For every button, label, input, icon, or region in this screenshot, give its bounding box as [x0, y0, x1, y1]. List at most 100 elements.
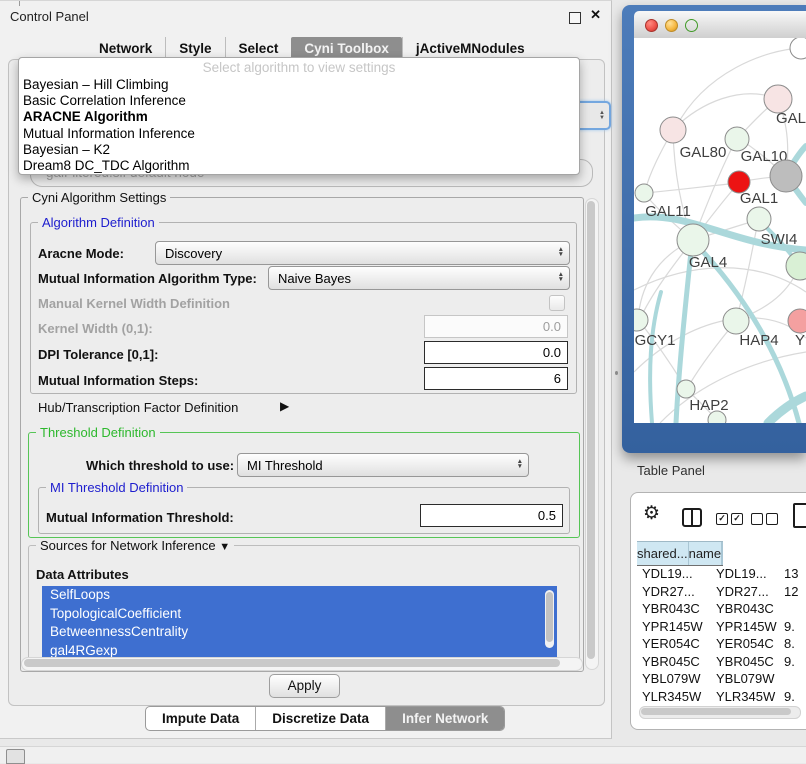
panel-tab[interactable]: Style: [165, 37, 224, 59]
scrollbar-thumb[interactable]: [546, 592, 553, 642]
tab-label: Network: [99, 41, 152, 56]
network-view-canvas[interactable]: GALGAL80GAL10GAL1GAL11SWI4GAL4GCY1HAP4YH…: [634, 38, 806, 423]
table-column-header[interactable]: name: [689, 542, 723, 565]
network-node[interactable]: [786, 252, 806, 280]
table-panel-title: Table Panel: [637, 463, 705, 478]
combo-down-arrow-icon: ▼: [599, 116, 605, 121]
dropdown-item-list: Bayesian – Hill Climbing Basic Correlati…: [23, 77, 575, 174]
dropdown-item[interactable]: Dream8 DC_TDC Algorithm: [23, 158, 575, 174]
network-node[interactable]: [790, 38, 806, 59]
close-traffic-light-icon[interactable]: [645, 19, 658, 32]
node-label: SWI4: [761, 231, 798, 248]
manual-kernel-label: Manual Kernel Width Definition: [38, 296, 230, 311]
network-window-titlebar[interactable]: [634, 11, 806, 39]
table-row[interactable]: YPR145W YPR145W 9.: [637, 618, 806, 636]
table-card: ⚙ ✓✓ shared... name YDL19... YDL19... 13…: [630, 492, 806, 730]
columns-icon[interactable]: [682, 508, 702, 527]
cyni-bottom-tab[interactable]: Discretize Data: [255, 707, 385, 730]
table-row[interactable]: YER054C YER054C 8.: [637, 635, 806, 653]
table-column-header[interactable]: shared...: [637, 542, 689, 565]
panel-tab[interactable]: Cyni Toolbox: [291, 37, 402, 59]
table-body: YDL19... YDL19... 13 YDR27... YDR27... 1…: [637, 565, 806, 711]
float-icon[interactable]: [569, 12, 581, 24]
table-column-header[interactable]: [722, 542, 723, 565]
gear-icon[interactable]: ⚙: [643, 502, 660, 525]
mi-threshold-field[interactable]: [420, 504, 563, 527]
algorithm-dropdown-popup: Select algorithm to view settings Bayesi…: [18, 57, 580, 175]
scrollbar-thumb[interactable]: [24, 659, 560, 667]
network-node[interactable]: [677, 224, 709, 256]
panel-top-tick: [19, 1, 20, 6]
mi-type-combobox[interactable]: Naive Bayes ▲▼: [268, 266, 570, 290]
panel-tab[interactable]: Select: [225, 37, 292, 59]
deselect-all-icon[interactable]: [751, 513, 778, 525]
apply-button[interactable]: Apply: [269, 674, 340, 698]
close-icon[interactable]: ✕: [590, 7, 601, 23]
dropdown-item[interactable]: Basic Correlation Inference: [23, 93, 575, 109]
network-node[interactable]: [747, 207, 771, 231]
expand-right-arrow-icon[interactable]: ▶: [280, 399, 289, 413]
table-row[interactable]: YBR045C YBR045C 9.: [637, 653, 806, 671]
cyni-bottom-tab[interactable]: Impute Data: [146, 707, 255, 730]
table-row[interactable]: YDL19... YDL19... 13: [637, 565, 806, 583]
node-label: GAL: [776, 110, 806, 127]
node-label: GAL1: [740, 190, 778, 207]
data-attributes-list: SelfLoops TopologicalCoefficient Between…: [42, 586, 557, 657]
mi-threshold-title: MI Threshold Definition: [46, 480, 187, 495]
cyni-settings-title: Cyni Algorithm Settings: [28, 190, 170, 205]
attribute-list-item[interactable]: BetweennessCentrality: [42, 623, 557, 642]
collapse-down-arrow-icon[interactable]: ▼: [219, 541, 230, 553]
panel-tab[interactable]: jActiveMNodules: [402, 37, 538, 59]
network-graph[interactable]: GALGAL80GAL10GAL1GAL11SWI4GAL4GCY1HAP4YH…: [634, 38, 806, 423]
tab-label: jActiveMNodules: [416, 41, 525, 56]
zoom-traffic-light-icon[interactable]: [685, 19, 698, 32]
table-header-row: shared... name: [637, 541, 723, 566]
table-hscrollbar[interactable]: [639, 706, 801, 719]
panel-tab[interactable]: Network: [86, 37, 165, 59]
dropdown-prompt: Select algorithm to view settings: [19, 60, 579, 75]
mi-type-label: Mutual Information Algorithm Type:: [38, 271, 257, 286]
scrollbar-thumb[interactable]: [641, 708, 791, 715]
which-threshold-value: MI Threshold: [247, 458, 323, 473]
network-node[interactable]: [788, 309, 806, 333]
network-node[interactable]: [660, 117, 686, 143]
document-icon[interactable]: [793, 503, 806, 528]
select-all-icon[interactable]: ✓✓: [716, 513, 743, 525]
algorithm-definition-title: Algorithm Definition: [38, 215, 159, 230]
data-attributes-label: Data Attributes: [36, 567, 129, 582]
combo-arrows-icon: ▲▼: [558, 248, 569, 258]
attribute-list-scrollbar[interactable]: [545, 590, 554, 648]
manual-kernel-checkbox[interactable]: [549, 295, 565, 311]
table-row[interactable]: YDR27... YDR27... 12: [637, 583, 806, 601]
scrollbar-thumb[interactable]: [587, 201, 595, 659]
attribute-list-item[interactable]: SelfLoops: [42, 586, 557, 605]
network-node[interactable]: [723, 308, 749, 334]
minimize-traffic-light-icon[interactable]: [665, 19, 678, 32]
cyni-bottom-tab[interactable]: Infer Network: [385, 707, 504, 730]
table-row[interactable]: YBL079W YBL079W: [637, 670, 806, 688]
kernel-width-field[interactable]: [424, 315, 568, 338]
network-node[interactable]: [764, 85, 792, 113]
dropdown-item[interactable]: Bayesian – K2: [23, 142, 575, 158]
dpi-tolerance-label: DPI Tolerance [0,1]:: [38, 347, 158, 362]
attribute-list-item[interactable]: TopologicalCoefficient: [42, 605, 557, 624]
table-row[interactable]: YBR043C YBR043C: [637, 600, 806, 618]
settings-hscrollbar[interactable]: [21, 657, 583, 671]
mi-type-value: Naive Bayes: [278, 271, 351, 286]
table-row[interactable]: YLR345W YLR345W 9.: [637, 688, 806, 706]
splitter-handle[interactable]: [615, 371, 618, 375]
mi-steps-field[interactable]: [424, 367, 568, 390]
attribute-list-item[interactable]: gal4RGexp: [42, 642, 557, 657]
settings-vscrollbar[interactable]: [585, 198, 599, 670]
network-node[interactable]: [634, 309, 648, 331]
dpi-tolerance-field[interactable]: [424, 341, 568, 364]
node-label: HAP2: [689, 397, 728, 414]
dropdown-item[interactable]: Mutual Information Inference: [23, 126, 575, 142]
dropdown-item[interactable]: ARACNE Algorithm: [23, 109, 575, 125]
network-node[interactable]: [635, 184, 653, 202]
dropdown-item[interactable]: Bayesian – Hill Climbing: [23, 77, 575, 93]
which-threshold-combobox[interactable]: MI Threshold ▲▼: [237, 453, 529, 477]
aracne-mode-combobox[interactable]: Discovery ▲▼: [155, 241, 570, 265]
network-node[interactable]: [770, 160, 802, 192]
network-node[interactable]: [677, 380, 695, 398]
